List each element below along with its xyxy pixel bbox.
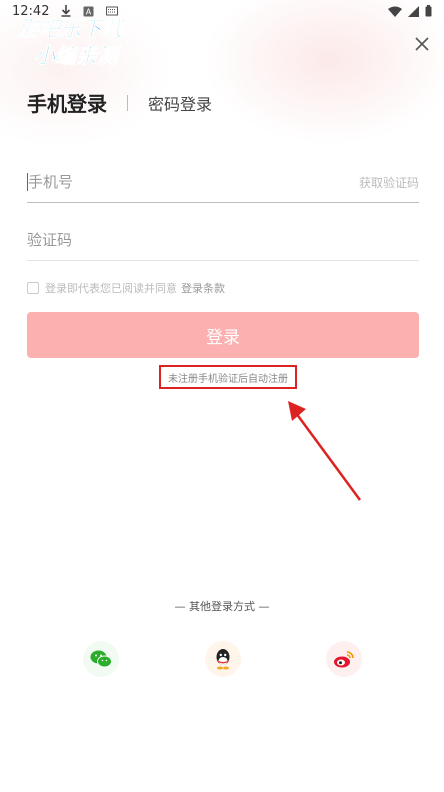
agreement-row: 登录即代表您已阅读并同意 登录条款 (27, 280, 225, 296)
other-login-title: — 其他登录方式 — (174, 600, 270, 613)
get-code-button[interactable]: 获取验证码 (359, 174, 419, 191)
weibo-login-button[interactable] (326, 641, 362, 677)
wechat-icon (90, 650, 112, 668)
terms-link[interactable]: 登录条款 (181, 280, 225, 296)
wifi-icon (388, 6, 402, 17)
wechat-login-button[interactable] (83, 641, 119, 677)
signal-icon (408, 5, 419, 17)
svg-text:游吧乐下载: 游吧乐下载 (18, 17, 126, 41)
agreement-checkbox[interactable] (27, 282, 39, 294)
login-button[interactable]: 登录 (27, 312, 419, 358)
tab-phone-login[interactable]: 手机登录 (27, 88, 107, 117)
login-tabs: 手机登录 密码登录 (27, 88, 212, 117)
weibo-icon (334, 651, 354, 668)
battery-icon (425, 5, 432, 17)
close-icon[interactable] (412, 34, 432, 54)
verification-code-input[interactable] (27, 231, 419, 249)
watermark-logo: 游吧乐下载 小编亲测 (18, 17, 127, 68)
tab-password-login[interactable]: 密码登录 (148, 91, 212, 115)
svg-text:小编亲测: 小编亲测 (34, 44, 122, 68)
phone-input[interactable] (28, 173, 359, 191)
qq-login-button[interactable] (205, 641, 241, 677)
agreement-text: 登录即代表您已阅读并同意 (45, 282, 177, 295)
verification-code-field (27, 220, 419, 261)
auto-register-note: 未注册手机验证后自动注册 (159, 365, 297, 389)
tab-divider (127, 94, 128, 111)
annotation-arrow (288, 401, 362, 501)
qq-icon (216, 649, 230, 670)
phone-field: 获取验证码 (27, 162, 419, 203)
auto-register-text: 未注册手机验证后自动注册 (168, 373, 288, 385)
